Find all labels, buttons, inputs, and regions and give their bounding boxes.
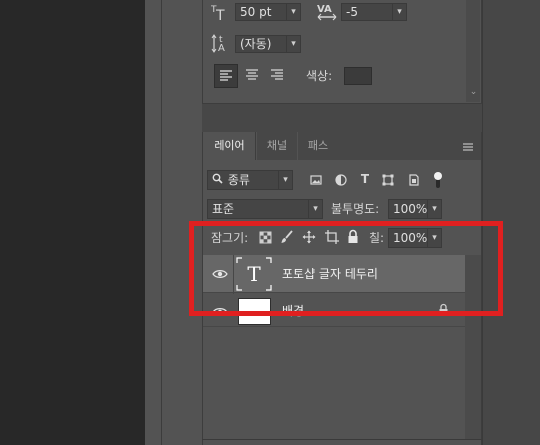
chevron-down-icon[interactable]: ▾ <box>286 4 300 20</box>
svg-text:A: A <box>218 43 225 53</box>
leading-icon: t A <box>211 33 233 54</box>
font-size-field[interactable]: 50 pt ▾ <box>235 3 301 21</box>
adjustment-filter-icon[interactable] <box>334 173 348 187</box>
type-filter-icon[interactable]: T <box>358 172 372 186</box>
scroll-down-arrow-icon[interactable]: ⌄ <box>469 88 478 97</box>
font-size-value: 50 pt <box>240 5 272 19</box>
filter-toggle-icon[interactable] <box>433 170 443 190</box>
color-label: 색상: <box>306 69 333 83</box>
opacity-value: 100% <box>393 202 428 216</box>
chevron-down-icon[interactable]: ▾ <box>286 36 300 52</box>
shape-filter-icon[interactable] <box>381 173 395 187</box>
text-size-icon: T T <box>210 3 233 24</box>
svg-text:T: T <box>215 8 225 21</box>
svg-text:VA: VA <box>317 4 332 15</box>
chevron-down-icon[interactable]: ▾ <box>308 200 322 218</box>
align-left-icon <box>220 70 232 81</box>
opacity-label: 불투명도: <box>331 202 380 216</box>
leading-field[interactable]: (자동) ▾ <box>235 35 301 53</box>
tab-paths[interactable]: 패스 <box>298 132 338 160</box>
search-icon <box>212 171 224 189</box>
chevron-down-icon[interactable]: ▾ <box>278 171 292 189</box>
panel-dock-column <box>145 0 162 445</box>
tracking-value: -5 <box>346 5 358 19</box>
tracking-icon: VA <box>316 2 338 22</box>
align-left-button[interactable] <box>214 64 238 88</box>
tracking-field[interactable]: -5 ▾ <box>341 3 407 21</box>
chevron-down-icon[interactable]: ▾ <box>392 4 406 20</box>
tab-channels[interactable]: 채널 <box>257 132 297 160</box>
chevron-down-icon[interactable]: ▾ <box>427 200 441 218</box>
panel-separator <box>202 104 482 132</box>
filter-kind-value: 종류 <box>227 173 250 187</box>
tab-layers[interactable]: 레이어 <box>204 132 256 160</box>
tab-bar <box>338 132 481 160</box>
panel-bottom-border <box>202 439 482 440</box>
leading-value: (자동) <box>240 37 272 51</box>
blend-mode-value: 표준 <box>212 202 235 216</box>
align-right-icon <box>271 69 283 80</box>
smart-object-filter-icon[interactable] <box>407 173 421 187</box>
opacity-field[interactable]: 100% ▾ <box>388 199 442 219</box>
align-right-button[interactable] <box>266 64 290 88</box>
align-center-icon <box>246 69 258 80</box>
align-center-button[interactable] <box>241 64 265 88</box>
canvas-area <box>0 0 145 445</box>
highlight-box <box>189 221 503 316</box>
panel-menu-icon[interactable] <box>462 141 474 151</box>
dock-divider <box>161 0 162 445</box>
blend-mode-select[interactable]: 표준 ▾ <box>207 199 323 219</box>
text-color-swatch[interactable] <box>344 67 372 85</box>
filter-kind-select[interactable]: 종류 ▾ <box>207 170 293 190</box>
image-filter-icon[interactable] <box>309 173 323 187</box>
